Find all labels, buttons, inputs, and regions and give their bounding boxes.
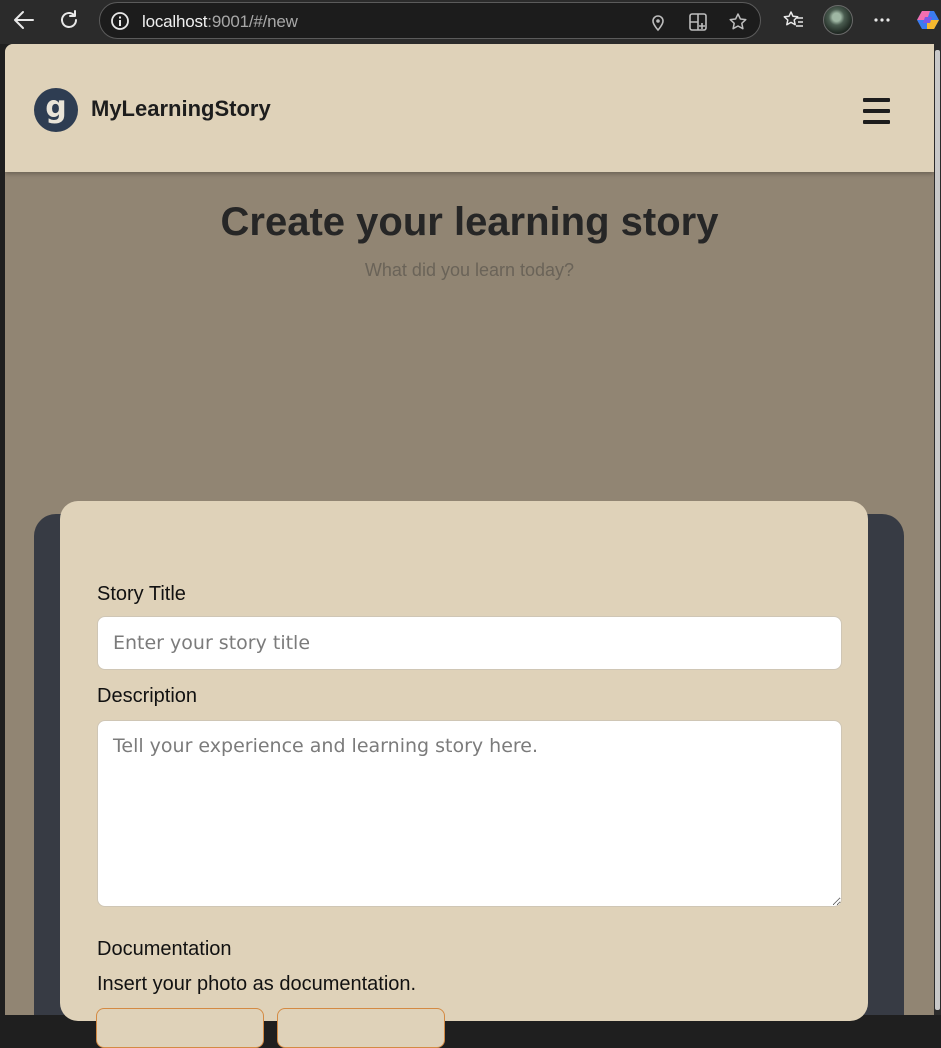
- upload-photo-button[interactable]: [96, 1008, 264, 1048]
- profile-avatar[interactable]: [823, 5, 853, 35]
- brand-name[interactable]: MyLearningStory: [91, 96, 271, 122]
- description-textarea[interactable]: [97, 720, 842, 907]
- url-text: localhost:9001/#/new: [142, 12, 298, 31]
- address-bar[interactable]: localhost:9001/#/new: [99, 2, 761, 39]
- story-title-label: Story Title: [97, 583, 186, 605]
- location-pin-icon[interactable]: [648, 12, 668, 32]
- description-label: Description: [97, 685, 198, 707]
- hamburger-menu-icon[interactable]: [863, 98, 890, 124]
- back-arrow-icon[interactable]: [8, 6, 40, 34]
- take-photo-button[interactable]: [277, 1008, 445, 1048]
- documentation-hint: Insert your photo as documentation.: [97, 973, 417, 995]
- browser-toolbar: localhost:9001/#/new: [0, 0, 941, 44]
- top-navigation: g MyLearningStory: [5, 44, 934, 172]
- scrollbar-thumb[interactable]: [935, 50, 940, 1010]
- favorites-icon[interactable]: [782, 9, 804, 31]
- copilot-icon[interactable]: [916, 9, 941, 31]
- page-title: Create your learning story: [220, 200, 719, 244]
- add-app-icon[interactable]: [688, 12, 708, 32]
- brand-logo[interactable]: g: [34, 88, 78, 132]
- more-options-icon[interactable]: [871, 9, 893, 31]
- site-info-icon[interactable]: [110, 11, 130, 36]
- page-subtitle: What did you learn today?: [364, 260, 575, 280]
- favorite-star-icon[interactable]: [728, 12, 748, 32]
- logo-letter: g: [45, 89, 67, 125]
- story-title-input[interactable]: [97, 616, 842, 670]
- reload-icon[interactable]: [53, 6, 85, 34]
- documentation-label: Documentation: [97, 938, 232, 960]
